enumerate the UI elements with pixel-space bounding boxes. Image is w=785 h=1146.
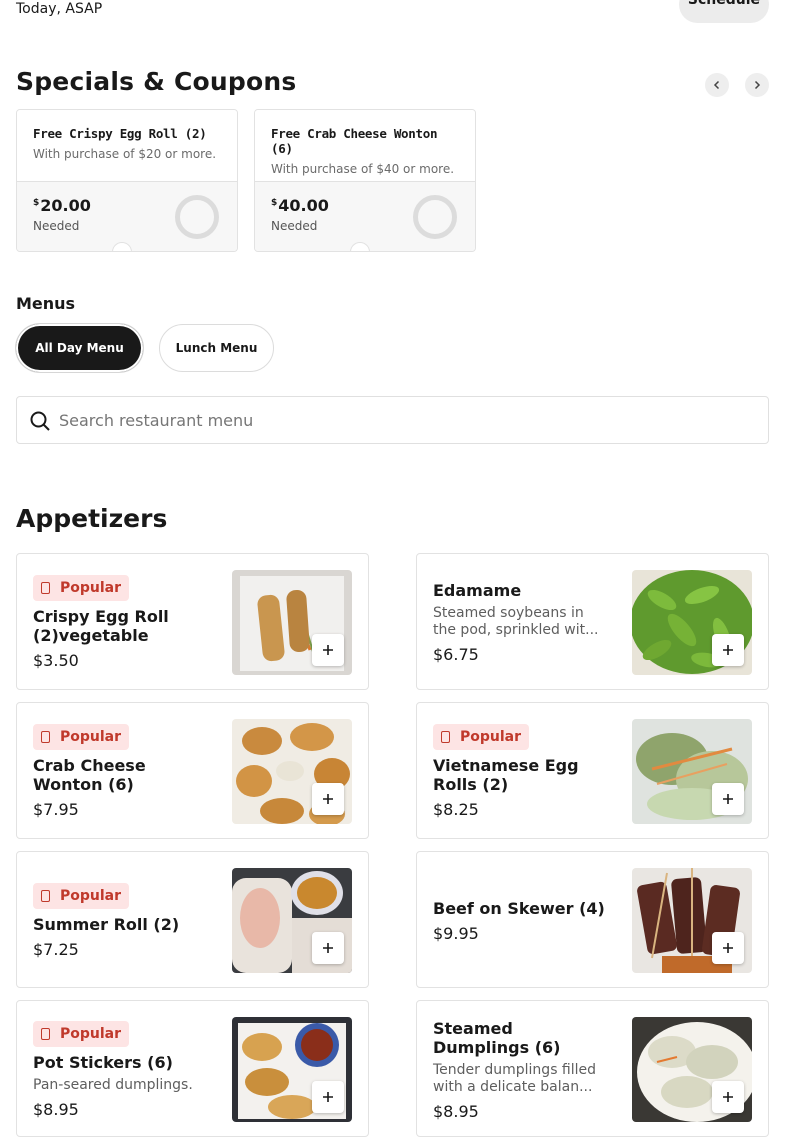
tab-all-day-menu[interactable]: All Day Menu: [16, 324, 143, 372]
item-name: Steamed Dumplings (6): [433, 1018, 561, 1057]
popular-badge: Popular: [433, 724, 530, 750]
plus-icon: [723, 794, 733, 804]
menu-item-card[interactable]: Popular Pot Stickers (6) Pan-seared dump…: [16, 1000, 369, 1137]
tab-lunch-menu[interactable]: Lunch Menu: [159, 324, 274, 372]
popular-label: Popular: [60, 729, 122, 745]
item-name: Edamame: [433, 581, 522, 600]
schedule-button[interactable]: Schedule: [679, 0, 769, 23]
item-info: Popular Vietnamese Egg Rolls (2) $8.25: [433, 719, 611, 824]
search-input[interactable]: [59, 397, 749, 443]
popular-icon: [41, 731, 50, 743]
coupon-title: Free Crab Cheese Wonton (6): [271, 126, 438, 156]
menu-item-card[interactable]: Beef on Skewer (4) $9.95: [416, 851, 769, 988]
coupon-progress: $ 20.00 Needed: [17, 182, 237, 251]
coupon-card[interactable]: Free Crispy Egg Roll (2) With purchase o…: [16, 109, 238, 252]
add-item-button[interactable]: [312, 783, 344, 815]
popular-badge: Popular: [33, 1020, 130, 1047]
plus-icon: [723, 943, 733, 953]
item-name: Crab Cheese Wonton (6): [33, 756, 146, 794]
popular-label: Popular: [60, 887, 122, 904]
add-item-button[interactable]: [712, 634, 744, 666]
item-info: Popular Crab Cheese Wonton (6) $7.95: [33, 719, 211, 824]
menus-label: Menus: [16, 294, 76, 313]
coupon-description: With purchase of $40 or more.: [271, 162, 455, 176]
coupon-description: With purchase of $20 or more.: [33, 147, 217, 161]
item-info: Popular Crispy Egg Roll (2)vegetable $3.…: [33, 570, 211, 675]
item-price: $3.50: [33, 651, 79, 670]
coupon-value: 20.00: [40, 196, 91, 215]
item-name: Vietnamese Egg Rolls (2): [433, 756, 579, 794]
coupon-header: Free Crab Cheese Wonton (6) With purchas…: [255, 110, 475, 182]
chevron-left-icon: [713, 80, 720, 90]
add-item-button[interactable]: [312, 1081, 344, 1113]
plus-icon: [323, 645, 333, 655]
carousel-next-button[interactable]: [745, 73, 769, 97]
coupon-header: Free Crispy Egg Roll (2) With purchase o…: [17, 110, 237, 182]
item-price: $7.95: [33, 800, 79, 819]
item-description: Pan-seared dumplings.: [33, 1076, 193, 1093]
item-description: Tender dumplings filled with a delicate …: [433, 1061, 597, 1095]
progress-ring: [413, 195, 457, 239]
coupon-value: 40.00: [278, 196, 329, 215]
plus-icon: [323, 794, 333, 804]
item-name: Beef on Skewer (4): [433, 898, 605, 918]
add-item-button[interactable]: [712, 783, 744, 815]
item-price: $6.75: [433, 645, 479, 664]
add-item-button[interactable]: [712, 932, 744, 964]
carousel-prev-button[interactable]: [705, 73, 729, 97]
popular-icon: [41, 1027, 50, 1040]
add-item-button[interactable]: [312, 932, 344, 964]
coupon-title: Free Crispy Egg Roll (2): [33, 126, 207, 141]
plus-icon: [323, 1092, 333, 1102]
popular-icon: [441, 731, 450, 743]
item-info: Steamed Dumplings (6) Tender dumplings f…: [433, 1017, 611, 1122]
search-box[interactable]: [16, 396, 769, 444]
popular-label: Popular: [460, 729, 522, 745]
item-price: $8.25: [433, 800, 479, 819]
popular-label: Popular: [60, 1025, 122, 1042]
menu-item-card[interactable]: Popular Crab Cheese Wonton (6) $7.95: [16, 702, 369, 839]
specials-title: Specials & Coupons: [16, 67, 297, 96]
plus-icon: [723, 1092, 733, 1102]
add-item-button[interactable]: [712, 1081, 744, 1113]
popular-badge: Popular: [33, 724, 130, 750]
menu-item-card[interactable]: Popular Summer Roll (2) $7.25: [16, 851, 369, 988]
search-icon: [30, 411, 50, 431]
coupon-card[interactable]: Free Crab Cheese Wonton (6) With purchas…: [254, 109, 476, 252]
item-info: Edamame Steamed soybeans in the pod, spr…: [433, 570, 611, 675]
coupon-progress: $ 40.00 Needed: [255, 182, 475, 251]
section-title-appetizers: Appetizers: [16, 504, 168, 533]
popular-badge: Popular: [33, 575, 130, 601]
item-price: $8.95: [33, 1099, 79, 1119]
menu-item-card[interactable]: Edamame Steamed soybeans in the pod, spr…: [416, 553, 769, 690]
menu-item-card[interactable]: Popular Vietnamese Egg Rolls (2) $8.25: [416, 702, 769, 839]
item-info: Popular Summer Roll (2) $7.25: [33, 868, 211, 973]
item-name: Summer Roll (2): [33, 914, 180, 934]
menu-item-card[interactable]: Steamed Dumplings (6) Tender dumplings f…: [416, 1000, 769, 1137]
popular-badge: Popular: [33, 882, 130, 909]
item-description: Steamed soybeans in the pod, sprinkled w…: [433, 605, 599, 638]
item-name: Crispy Egg Roll (2)vegetable: [33, 607, 169, 645]
item-price: $8.95: [433, 1101, 479, 1121]
delivery-time: Today, ASAP: [16, 1, 103, 17]
plus-icon: [323, 943, 333, 953]
add-item-button[interactable]: [312, 634, 344, 666]
popular-icon: [41, 582, 50, 594]
delivery-time-row: Today, ASAP Schedule: [16, 0, 769, 24]
item-price: $7.25: [33, 939, 79, 959]
chevron-right-icon: [754, 80, 761, 90]
item-name: Pot Stickers (6): [33, 1052, 173, 1072]
popular-icon: [41, 889, 50, 902]
item-info: Popular Pot Stickers (6) Pan-seared dump…: [33, 1017, 211, 1122]
coupon-currency: $: [33, 198, 40, 208]
popular-label: Popular: [60, 580, 122, 596]
item-price: $9.95: [433, 923, 479, 943]
menu-item-card[interactable]: Popular Crispy Egg Roll (2)vegetable $3.…: [16, 553, 369, 690]
plus-icon: [723, 645, 733, 655]
progress-ring: [175, 195, 219, 239]
coupon-currency: $: [271, 198, 278, 208]
item-info: Beef on Skewer (4) $9.95: [433, 868, 611, 973]
